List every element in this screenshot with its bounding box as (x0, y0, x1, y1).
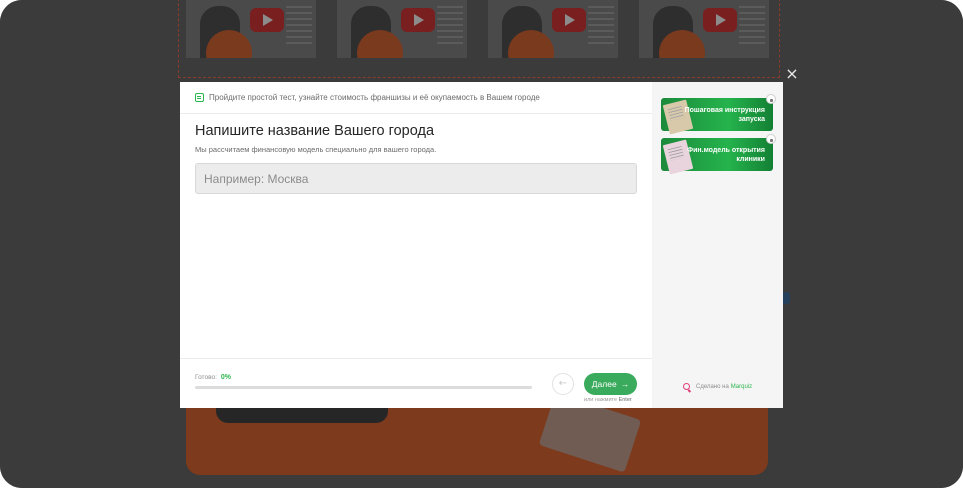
youtube-play-icon (250, 8, 284, 32)
marquiz-logo-icon (683, 383, 690, 390)
lock-icon (766, 94, 776, 104)
enter-hint-prefix: или нажмите (584, 397, 618, 403)
youtube-play-icon (703, 8, 737, 32)
progress-percent: 0% (220, 374, 232, 381)
bonus-card-label: Пошаговая инструкция запуска (684, 107, 765, 123)
arrow-right-icon: → (620, 379, 630, 389)
quiz-hint-text: Пройдите простой тест, узнайте стоимость… (209, 93, 540, 102)
progress-ready-label: Готово: (195, 374, 217, 381)
quiz-footer: Готово: 0% ← Далее → или нажмите Enter (180, 358, 652, 408)
quiz-sidebar: Пошаговая инструкция запуска Фин.модель … (652, 82, 783, 408)
question-title: Напишите название Вашего города (195, 123, 435, 139)
background-video-thumbnail (186, 0, 316, 58)
next-button[interactable]: Далее → (584, 373, 637, 395)
next-button-label: Далее (591, 379, 617, 389)
back-button[interactable]: ← (552, 373, 574, 395)
lock-icon (766, 134, 776, 144)
bonus-card-instruction[interactable]: Пошаговая инструкция запуска (661, 94, 776, 135)
youtube-play-icon (552, 8, 586, 32)
quiz-main-panel: Пройдите простой тест, узнайте стоимость… (180, 82, 652, 408)
city-input[interactable] (195, 163, 637, 194)
bonus-card-label: Фин.модель открытия клиники (687, 147, 765, 163)
made-by-prefix: Сделано на (696, 383, 729, 390)
checklist-icon (195, 93, 204, 102)
question-subtitle: Мы рассчитаем финансовую модель специаль… (195, 145, 437, 154)
made-by-brand: Marquiz (730, 383, 753, 390)
enter-hint-key: Enter (618, 397, 632, 403)
background-video-thumbnail (639, 0, 769, 58)
background-video-thumbnail (488, 0, 618, 58)
bonus-card-financial-model[interactable]: Фин.модель открытия клиники (661, 134, 776, 175)
close-icon[interactable]: × (784, 66, 800, 82)
progress-bar (195, 386, 532, 389)
background-video-thumbnail (337, 0, 467, 58)
quiz-modal: Пройдите простой тест, узнайте стоимость… (180, 82, 783, 408)
quiz-topbar: Пройдите простой тест, узнайте стоимость… (180, 82, 652, 114)
enter-hint: или нажмите Enter (584, 397, 632, 403)
screen-frame: × Пройдите простой тест, узнайте стоимос… (0, 0, 963, 488)
youtube-play-icon (401, 8, 435, 32)
made-by-marquiz-link[interactable]: Сделано на Marquiz (683, 383, 752, 390)
progress-label: Готово: 0% (195, 374, 231, 381)
